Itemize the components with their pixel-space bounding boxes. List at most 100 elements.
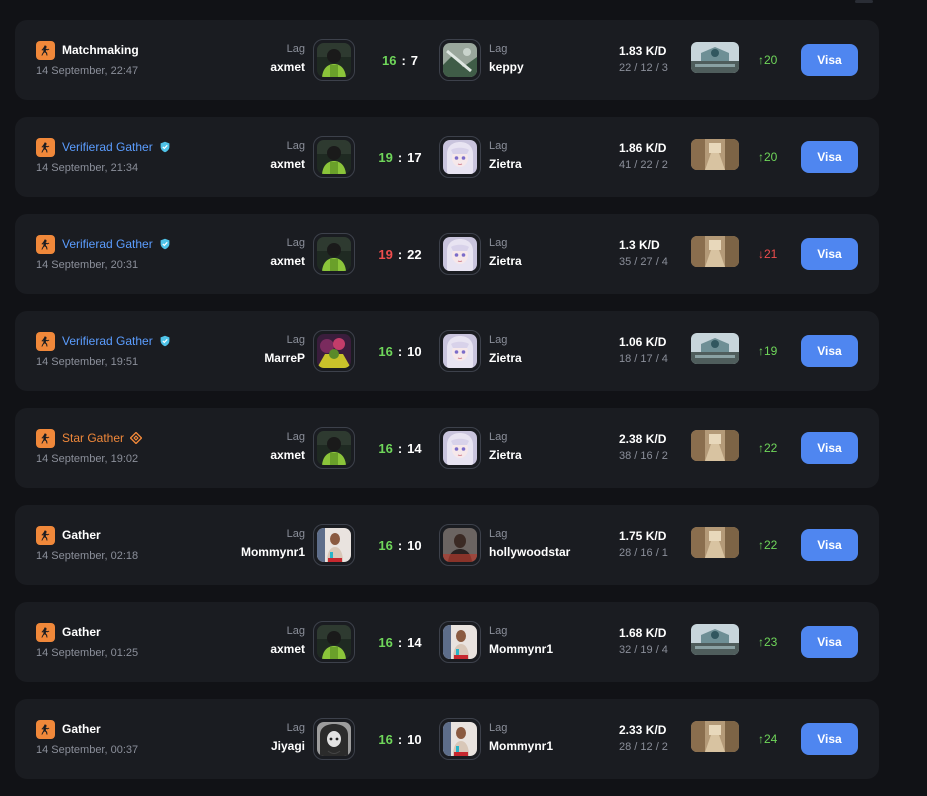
left-team: Lag axmet	[270, 43, 305, 74]
match-score: 16:10	[361, 344, 439, 359]
right-player-name[interactable]: Zietra	[489, 254, 522, 268]
elo-value: 21	[764, 247, 778, 261]
match-row: Gather 14 September, 01:25 Lag axmet 16:…	[15, 602, 879, 682]
right-team-label: Lag	[489, 625, 508, 637]
left-player-avatar[interactable]	[313, 718, 355, 760]
right-player-avatar[interactable]	[439, 621, 481, 663]
left-player-name[interactable]: axmet	[270, 642, 305, 656]
match-date: 14 September, 20:31	[36, 259, 139, 271]
left-player-avatar[interactable]	[313, 427, 355, 469]
left-player-name[interactable]: axmet	[270, 60, 305, 74]
view-match-button[interactable]: Visa	[801, 335, 858, 367]
match-date: 14 September, 00:37	[36, 744, 139, 756]
right-player-avatar[interactable]	[439, 718, 481, 760]
score-right: 10	[407, 344, 422, 359]
elo-value: 19	[764, 344, 778, 358]
left-player-avatar[interactable]	[313, 524, 355, 566]
right-player-name[interactable]: Zietra	[489, 448, 522, 462]
right-player-avatar[interactable]	[439, 136, 481, 178]
score-separator: :	[397, 732, 403, 747]
score-left: 16	[381, 53, 397, 68]
score-separator: :	[397, 344, 403, 359]
right-team: Lag hollywoodstar	[489, 528, 570, 559]
counter-strike-icon	[36, 41, 55, 60]
left-team: Lag axmet	[270, 431, 305, 462]
left-player-avatar[interactable]	[313, 330, 355, 372]
right-player-name[interactable]: hollywoodstar	[489, 545, 570, 559]
view-match-button[interactable]: Visa	[801, 141, 858, 173]
left-player-name[interactable]: Jiyagi	[271, 739, 305, 753]
right-player-name[interactable]: Zietra	[489, 157, 522, 171]
match-mode-label: Verifierad Gather	[62, 334, 153, 348]
match-row: Star Gather 14 September, 19:02 Lag axme…	[15, 408, 879, 488]
right-player-avatar[interactable]	[439, 427, 481, 469]
counter-strike-icon	[36, 429, 55, 448]
kd-ratio: 1.83 K/D	[619, 44, 667, 58]
view-match-button[interactable]: Visa	[801, 238, 858, 270]
right-team-label: Lag	[489, 43, 508, 55]
left-player-avatar[interactable]	[313, 136, 355, 178]
score-left: 19	[378, 150, 393, 165]
star-diamond-icon	[130, 432, 143, 444]
match-history-list: Matchmaking 14 September, 22:47 Lag axme…	[15, 20, 879, 796]
left-player-name[interactable]: axmet	[270, 157, 305, 171]
match-row: Matchmaking 14 September, 22:47 Lag axme…	[15, 20, 879, 100]
match-score: 19:17	[361, 150, 439, 165]
left-player-name[interactable]: MarreP	[264, 351, 305, 365]
score-left: 16	[378, 441, 393, 456]
view-match-button[interactable]: Visa	[801, 44, 858, 76]
elo-change: ↑20	[758, 150, 777, 164]
match-score: 16:14	[361, 635, 439, 650]
right-player-name[interactable]: Zietra	[489, 351, 522, 365]
match-mode: Star Gather	[62, 431, 143, 445]
match-mode: Gather	[62, 625, 101, 639]
view-match-button[interactable]: Visa	[801, 432, 858, 464]
elo-value: 24	[764, 732, 778, 746]
score-right: 14	[407, 635, 422, 650]
kd-stats: 1.86 K/D 41 / 22 / 2	[619, 141, 668, 171]
left-player-avatar[interactable]	[313, 39, 355, 81]
view-match-button[interactable]: Visa	[801, 529, 858, 561]
left-player-avatar[interactable]	[313, 621, 355, 663]
score-left: 16	[378, 635, 393, 650]
right-player-avatar[interactable]	[439, 233, 481, 275]
right-player-name[interactable]: Mommynr1	[489, 739, 553, 753]
match-mode-label: Star Gather	[62, 431, 125, 445]
left-player-name[interactable]: axmet	[270, 254, 305, 268]
right-player-avatar[interactable]	[439, 39, 481, 81]
right-player-name[interactable]: keppy	[489, 60, 524, 74]
elo-change: ↑22	[758, 441, 777, 455]
counter-strike-icon	[36, 332, 55, 351]
kd-ratio: 1.3 K/D	[619, 238, 660, 252]
kd-ratio: 1.86 K/D	[619, 141, 667, 155]
score-separator: :	[397, 538, 403, 553]
match-mode: Matchmaking	[62, 43, 139, 57]
match-date: 14 September, 22:47	[36, 65, 139, 77]
kd-stats: 1.83 K/D 22 / 12 / 3	[619, 44, 668, 74]
elo-value: 23	[764, 635, 778, 649]
match-mode-label: Gather	[62, 625, 101, 639]
view-match-button[interactable]: Visa	[801, 626, 858, 658]
view-match-button[interactable]: Visa	[801, 723, 858, 755]
score-right: 22	[407, 247, 422, 262]
left-team-label: Lag	[286, 722, 305, 734]
left-player-name[interactable]: axmet	[270, 448, 305, 462]
score-right: 17	[407, 150, 422, 165]
score-left: 16	[378, 538, 393, 553]
score-separator: :	[401, 53, 406, 68]
right-player-avatar[interactable]	[439, 330, 481, 372]
match-date: 14 September, 01:25	[36, 647, 139, 659]
left-player-name[interactable]: Mommynr1	[241, 545, 305, 559]
right-player-name[interactable]: Mommynr1	[489, 642, 553, 656]
score-right: 10	[407, 538, 422, 553]
elo-change: ↑22	[758, 538, 777, 552]
right-player-avatar[interactable]	[439, 524, 481, 566]
elo-value: 22	[764, 538, 778, 552]
elo-change: ↑24	[758, 732, 777, 746]
left-team-label: Lag	[286, 140, 305, 152]
left-player-avatar[interactable]	[313, 233, 355, 275]
score-separator: :	[397, 150, 403, 165]
kda-line: 35 / 27 / 4	[619, 256, 668, 268]
counter-strike-icon	[36, 138, 55, 157]
match-mode: Gather	[62, 722, 101, 736]
